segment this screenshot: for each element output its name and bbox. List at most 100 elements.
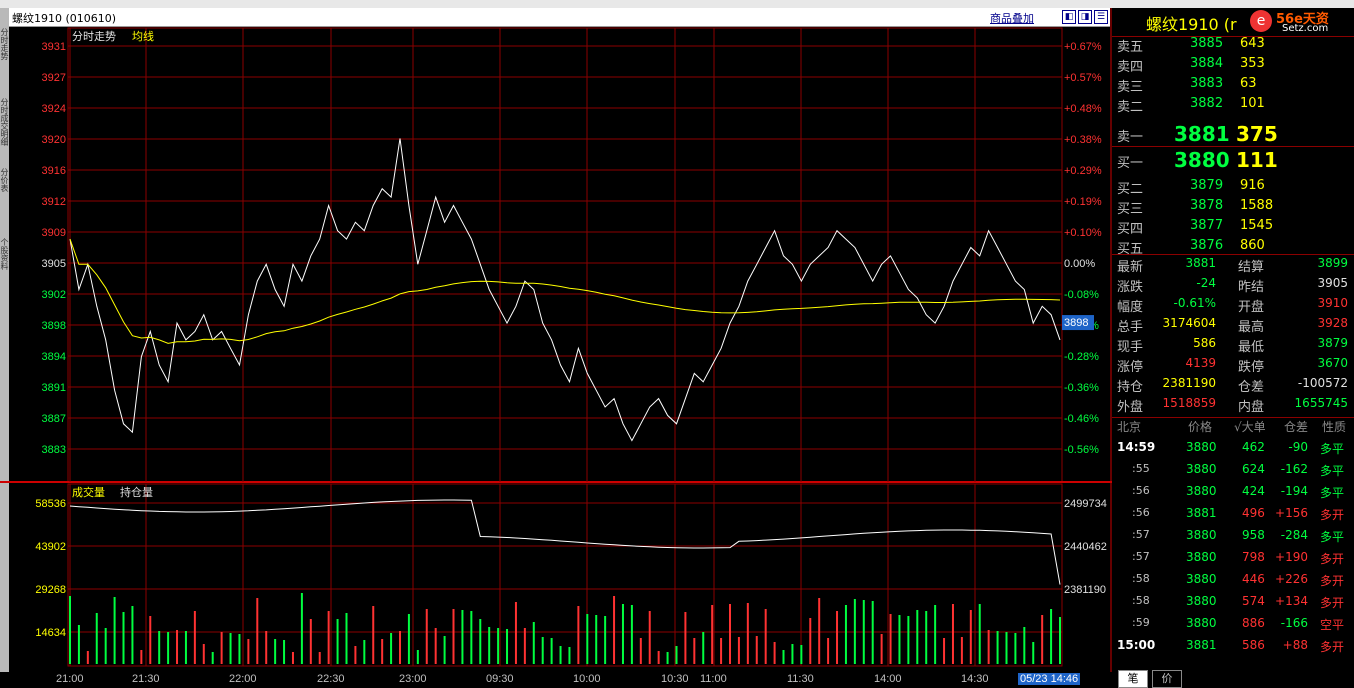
level-volume: 643	[1240, 36, 1265, 51]
level-price: 3881	[1174, 122, 1230, 146]
ask-row: 卖二 3882 101	[1112, 96, 1354, 116]
brand-logo-icon: e	[1250, 10, 1272, 32]
legend-avg-line: 均线	[132, 29, 154, 43]
tick-nature: 多平	[1320, 486, 1345, 500]
tick-oi-change: +226	[1275, 572, 1308, 586]
tick-volume: 574	[1242, 594, 1265, 608]
tick-nature: 空平	[1320, 618, 1345, 632]
level-volume: 1545	[1240, 218, 1274, 233]
time-tick-label: 23:00	[399, 673, 427, 685]
tick-row: :58 3880 574 +134 多开	[1112, 594, 1354, 614]
tick-volume: 958	[1242, 528, 1265, 542]
tick-time: :58	[1132, 572, 1150, 585]
level-price: 3883	[1190, 76, 1224, 91]
pct-tick-label: +0.10%	[1064, 227, 1102, 239]
tick-volume: 446	[1242, 572, 1265, 586]
pct-tick-label: -0.56%	[1064, 444, 1099, 456]
pct-tick-label: -0.36%	[1064, 382, 1099, 394]
tick-oi-change: -162	[1280, 462, 1308, 476]
tick-time: :56	[1132, 506, 1150, 519]
stat-label: 持仓	[1117, 380, 1144, 395]
col-oi: 仓差	[1284, 420, 1309, 434]
level-price: 3876	[1190, 238, 1224, 253]
tick-price: 3881	[1186, 638, 1217, 652]
open-interest-line	[69, 499, 1061, 585]
stat-value: 1655745	[1294, 396, 1348, 410]
tab-trades[interactable]: 笔	[1118, 670, 1148, 688]
stat-label: 现手	[1117, 340, 1144, 355]
ask-row: 卖四 3884 353	[1112, 56, 1354, 76]
time-tick-label: 22:30	[317, 673, 345, 685]
price-tick-label: 3905	[42, 258, 66, 270]
tick-row: :57 3880 958 -284 多平	[1112, 528, 1354, 548]
level-volume: 111	[1236, 148, 1278, 172]
price-tick-label: 3931	[42, 41, 66, 53]
stat-label: 涨跌	[1117, 280, 1144, 295]
stats-divider	[1112, 254, 1354, 255]
tick-oi-change: -194	[1280, 484, 1308, 498]
tick-time: :57	[1132, 550, 1150, 563]
stat-value: -0.61%	[1173, 296, 1216, 310]
stat-value: 3899	[1317, 256, 1348, 270]
time-tick-label: 10:00	[573, 673, 601, 685]
level-label: 买四	[1117, 222, 1144, 237]
tick-nature: 多开	[1320, 596, 1345, 610]
tick-oi-change: -166	[1280, 616, 1308, 630]
pct-tick-label: +0.19%	[1064, 196, 1102, 208]
stat-value: 1518859	[1162, 396, 1216, 410]
vol-tick-label: 58536	[35, 498, 66, 510]
tick-volume: 798	[1242, 550, 1265, 564]
price-tick-label: 3887	[42, 413, 66, 425]
price-tick-label: 3894	[42, 351, 66, 363]
pct-tick-label: -0.28%	[1064, 351, 1099, 363]
cursor-price-text: 3898	[1064, 317, 1088, 329]
stat-value: 3670	[1317, 356, 1348, 370]
tick-time: :57	[1132, 528, 1150, 541]
time-tick-label: 11:00	[700, 673, 727, 685]
price-tick-label: 3902	[42, 289, 66, 301]
tick-price: 3880	[1186, 616, 1217, 630]
level-volume: 860	[1240, 238, 1265, 253]
tab-price[interactable]: 价	[1152, 670, 1182, 688]
tick-row: :56 3881 496 +156 多开	[1112, 506, 1354, 526]
stat-value: 3881	[1185, 256, 1216, 270]
ask-row: 卖一 3881 375	[1112, 122, 1354, 146]
time-tick-label: 11:30	[787, 673, 814, 685]
legend-volume: 成交量	[72, 485, 105, 499]
pct-tick-label: +0.38%	[1064, 134, 1102, 146]
level-price: 3877	[1190, 218, 1224, 233]
tick-time: :55	[1132, 462, 1150, 475]
time-tick-label: 10:30	[661, 673, 689, 685]
bid-row: 买四 3877 1545	[1112, 218, 1354, 238]
tick-time: 14:59	[1117, 440, 1156, 454]
tick-row: :56 3880 424 -194 多平	[1112, 484, 1354, 504]
ticks-header: 北京 价格 √大单 仓差 性质	[1112, 418, 1354, 438]
tick-row: :59 3880 886 -166 空平	[1112, 616, 1354, 636]
level-label: 卖三	[1117, 80, 1144, 95]
price-panel-border	[67, 27, 1063, 483]
stat-label: 结算	[1238, 260, 1265, 275]
intraday-chart[interactable]: 3931 +0.67% 3927 +0.57% 3924 +0.48% 3920 +0.38%…	[0, 0, 1112, 688]
tick-price: 3880	[1186, 462, 1217, 476]
bid-row: 买五 3876 860	[1112, 238, 1354, 258]
tick-oi-change: +134	[1275, 594, 1308, 608]
tick-volume: 586	[1242, 638, 1265, 652]
pct-tick-label: +0.67%	[1064, 41, 1102, 53]
stat-row: 持仓 2381190 仓差 -100572	[1112, 376, 1354, 396]
tick-oi-change: -284	[1280, 528, 1308, 542]
stat-label: 幅度	[1117, 300, 1144, 315]
stat-label: 最低	[1238, 340, 1265, 355]
col-nature: 性质	[1322, 420, 1347, 434]
stat-label: 内盘	[1238, 400, 1265, 415]
col-price: 价格	[1188, 420, 1213, 434]
price-line-series	[69, 138, 1061, 442]
tick-row: :55 3880 624 -162 多平	[1112, 462, 1354, 482]
level-volume: 353	[1240, 56, 1265, 71]
tick-nature: 多平	[1320, 530, 1345, 544]
panel-title: 螺纹1910 (r	[1146, 15, 1237, 34]
price-tick-label: 3924	[42, 103, 66, 115]
bid-row: 买三 3878 1588	[1112, 198, 1354, 218]
stat-row: 幅度 -0.61% 开盘 3910	[1112, 296, 1354, 316]
tick-price: 3880	[1186, 550, 1217, 564]
tick-nature: 多开	[1320, 574, 1345, 588]
